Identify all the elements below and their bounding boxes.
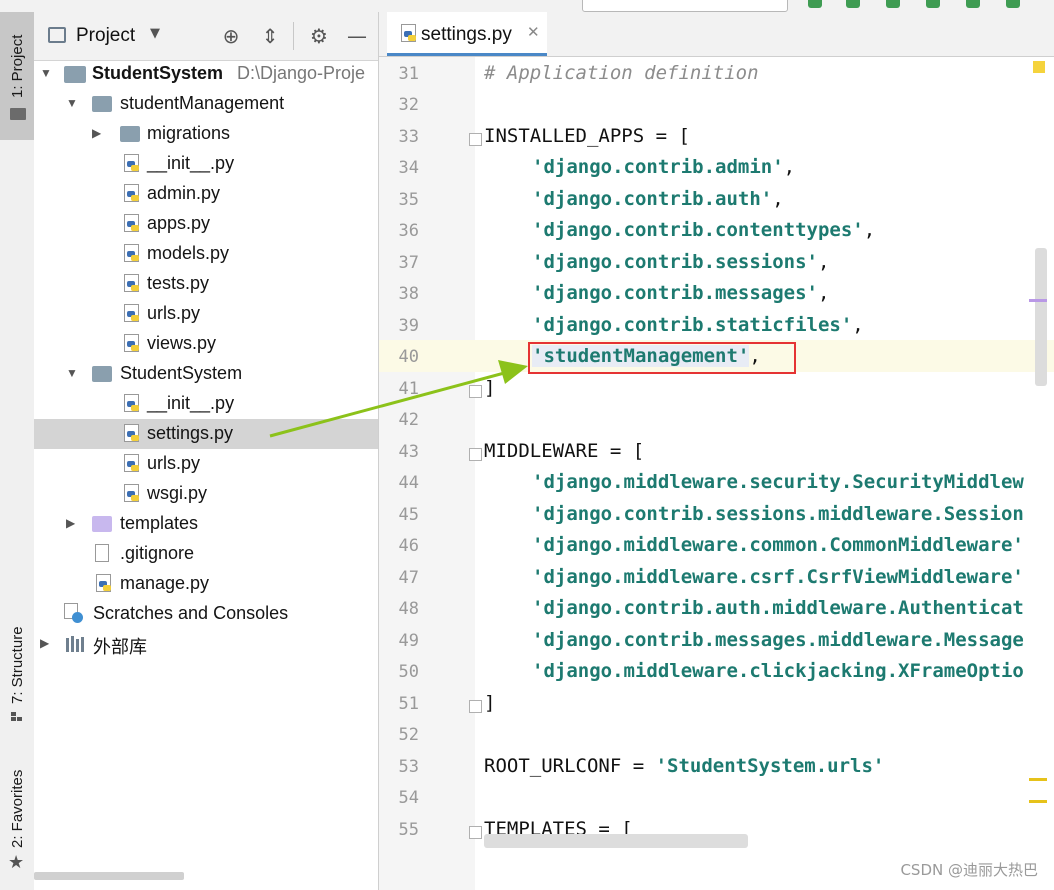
arrow-annotation <box>269 360 528 438</box>
arrow-head <box>498 360 528 384</box>
watermark: CSDN @迪丽大热巴 <box>900 861 1038 879</box>
arrow-line <box>269 370 509 438</box>
